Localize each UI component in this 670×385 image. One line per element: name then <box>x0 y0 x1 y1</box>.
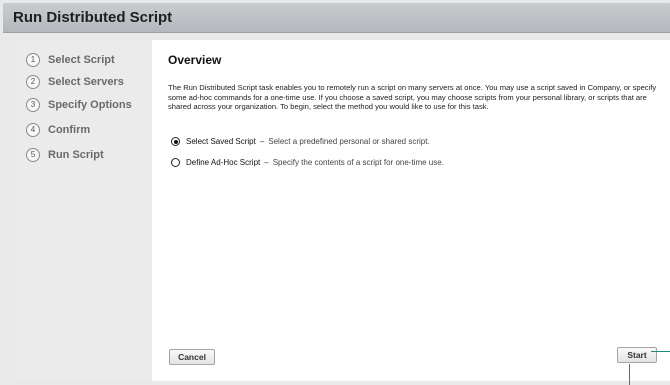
run-distributed-script-window: Run Distributed Script 1 Select Script 2… <box>0 0 670 385</box>
option-hint: Specify the contents of a script for one… <box>272 158 444 167</box>
step-number-badge: 3 <box>26 98 40 112</box>
window-title: Run Distributed Script <box>13 9 173 26</box>
step-label: Specify Options <box>48 99 132 111</box>
option-hint: Select a predefined personal or shared s… <box>268 137 430 146</box>
step-number-badge: 2 <box>26 75 40 89</box>
option-label: Define Ad-Hoc Script <box>186 158 261 167</box>
step-label: Select Script <box>48 54 115 66</box>
option-separator: – <box>264 158 269 167</box>
step-label: Confirm <box>48 124 91 136</box>
step-number-badge: 4 <box>26 123 40 137</box>
step-number-badge: 5 <box>26 148 40 162</box>
option-define-adhoc-script[interactable]: Define Ad-Hoc Script – Specify the conte… <box>171 158 444 167</box>
callout-line-horizontal <box>651 351 670 352</box>
wizard-steps-sidebar: 1 Select Script 2 Select Servers 3 Speci… <box>16 40 152 381</box>
step-label: Run Script <box>48 149 104 161</box>
page-title: Overview <box>168 53 222 67</box>
step-run-script[interactable]: 5 Run Script <box>26 147 104 163</box>
title-bar: Run Distributed Script <box>3 3 670 33</box>
overview-description: The Run Distributed Script task enables … <box>168 83 657 112</box>
radio-button-unchecked[interactable] <box>171 158 180 167</box>
step-specify-options[interactable]: 3 Specify Options <box>26 97 132 113</box>
overview-panel: Overview The Run Distributed Script task… <box>152 40 670 381</box>
step-number-badge: 1 <box>26 53 40 67</box>
step-select-servers[interactable]: 2 Select Servers <box>26 74 124 90</box>
callout-line-vertical <box>629 364 630 385</box>
step-confirm[interactable]: 4 Confirm <box>26 122 90 138</box>
option-label: Select Saved Script <box>186 137 256 146</box>
start-button[interactable]: Start <box>617 347 657 363</box>
radio-button-checked[interactable] <box>171 137 180 146</box>
wizard-frame: 1 Select Script 2 Select Servers 3 Speci… <box>16 40 670 381</box>
step-label: Select Servers <box>48 76 124 88</box>
cancel-button[interactable]: Cancel <box>169 349 215 365</box>
option-select-saved-script[interactable]: Select Saved Script – Select a predefine… <box>171 137 430 146</box>
step-select-script[interactable]: 1 Select Script <box>26 52 115 68</box>
option-separator: – <box>259 137 265 146</box>
